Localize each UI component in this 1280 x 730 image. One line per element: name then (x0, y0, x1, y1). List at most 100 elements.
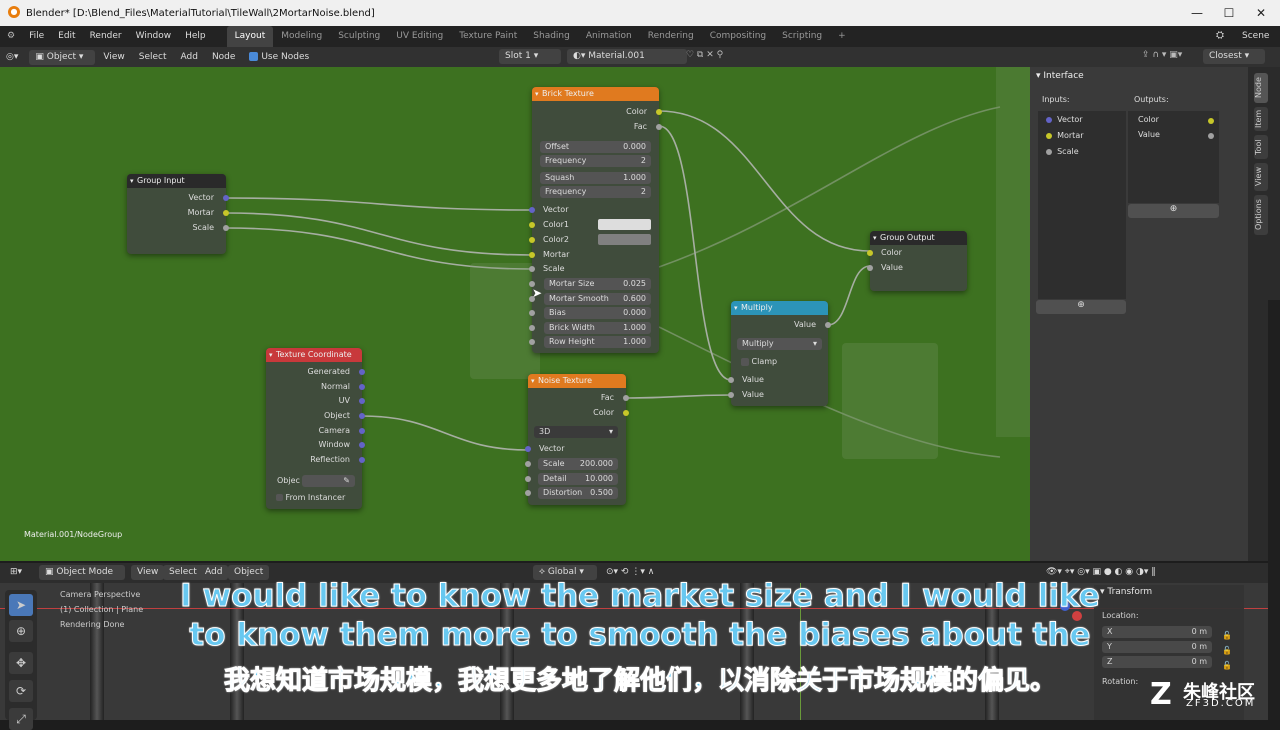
eyedropper-icon[interactable]: ✎ (343, 475, 350, 487)
scale-tool-icon[interactable]: ⤢ (9, 708, 33, 730)
snap-dropdown[interactable]: Closest ▾ (1203, 49, 1265, 64)
use-nodes-checkbox[interactable]: Use Nodes (243, 52, 315, 62)
group-output-header[interactable]: Group Output (870, 231, 967, 245)
shader-type-dropdown[interactable]: ▣ Object ▾ (29, 49, 96, 65)
vector-in-socket[interactable] (529, 207, 535, 213)
menu-edit[interactable]: Edit (51, 26, 82, 47)
multiply-header[interactable]: Multiply (731, 301, 828, 315)
offset-field[interactable]: Offset 0.000 (540, 141, 651, 153)
window-socket[interactable] (359, 442, 365, 448)
inputs-list[interactable]: Vector Mortar Scale (1038, 111, 1126, 299)
group-input-header[interactable]: Group Input (127, 174, 226, 188)
tab-uv-editing[interactable]: UV Editing (388, 26, 451, 47)
fac-out-socket[interactable] (656, 124, 662, 130)
color1-in-socket[interactable] (529, 222, 535, 228)
color-out-socket[interactable] (623, 410, 629, 416)
tab-shading[interactable]: Shading (525, 26, 578, 47)
detail-in-socket[interactable] (525, 476, 531, 482)
tab-view[interactable]: View (1254, 163, 1268, 191)
fac-out-socket[interactable] (623, 395, 629, 401)
color2-swatch[interactable] (598, 234, 651, 245)
close-icon[interactable]: ✕ (1252, 4, 1270, 22)
distortion-field[interactable]: Distortion 0.500 (538, 487, 618, 499)
noise-texture-node[interactable]: Noise Texture Fac Color 3D▾ Vector Scale… (525, 374, 629, 505)
maximize-icon[interactable]: ☐ (1220, 4, 1238, 22)
menu-render[interactable]: Render (83, 26, 129, 47)
mortar-size-field[interactable]: Mortar Size 0.025 (544, 278, 651, 290)
color-out-socket[interactable] (656, 109, 662, 115)
generated-socket[interactable] (359, 369, 365, 375)
editor-type-icon[interactable]: ⊞▾ (4, 567, 28, 577)
uv-socket[interactable] (359, 398, 365, 404)
mortar-in-socket[interactable] (529, 252, 535, 258)
color-in-socket[interactable] (867, 250, 873, 256)
distortion-in-socket[interactable] (525, 490, 531, 496)
tab-animation[interactable]: Animation (578, 26, 640, 47)
pivot-icon[interactable]: ⊙▾ ⟲ ⋮▾ ∧ (600, 567, 660, 577)
menu-select[interactable]: Select (133, 52, 173, 62)
tab-rendering[interactable]: Rendering (640, 26, 702, 47)
slot-dropdown[interactable]: Slot 1 ▾ (499, 49, 561, 64)
brick-width-socket[interactable] (529, 325, 535, 331)
row-height-socket[interactable] (529, 339, 535, 345)
editor-type-icon[interactable]: ◎▾ (0, 52, 24, 62)
reflection-socket[interactable] (359, 457, 365, 463)
node-editor-canvas[interactable]: Group Input Vector Mortar Scale Brick Te… (0, 67, 1030, 561)
tab-modeling[interactable]: Modeling (273, 26, 330, 47)
clamp-checkbox[interactable]: Clamp (741, 356, 777, 368)
noise-texture-header[interactable]: Noise Texture (528, 374, 626, 388)
tab-tool[interactable]: Tool (1254, 135, 1268, 159)
minimize-icon[interactable]: — (1188, 4, 1206, 22)
shading-mode-icons[interactable]: 👁▾ ⌖▾ ◎▾ ▣ ● ◐ ◉ ◑▾ ‖ (1040, 567, 1162, 577)
group-output-node[interactable]: Group Output Color Value (867, 231, 967, 291)
tab-node[interactable]: Node (1254, 73, 1268, 103)
value-out-socket[interactable] (825, 322, 831, 328)
brick-width-field[interactable]: Brick Width 1.000 (544, 322, 651, 334)
value1-in-socket[interactable] (728, 377, 734, 383)
menu-view[interactable]: View (97, 52, 130, 62)
list-item[interactable]: Mortar (1046, 131, 1084, 140)
camera-socket[interactable] (359, 428, 365, 434)
add-output-button[interactable]: ⊕ (1128, 204, 1219, 218)
group-input-node[interactable]: Group Input Vector Mortar Scale (127, 174, 229, 254)
value2-in-socket[interactable] (728, 392, 734, 398)
editor-type-icon[interactable]: ⚙ (0, 26, 22, 47)
tab-texture-paint[interactable]: Texture Paint (451, 26, 525, 47)
scene-name[interactable]: Scene (1242, 31, 1269, 41)
tab-item[interactable]: Item (1254, 107, 1268, 131)
texture-coordinate-header[interactable]: Texture Coordinate (266, 348, 362, 362)
menu-node[interactable]: Node (206, 52, 242, 62)
scale-socket[interactable] (223, 225, 229, 231)
tab-compositing[interactable]: Compositing (702, 26, 774, 47)
scene-icon[interactable]: ⛭ (1216, 30, 1224, 41)
menu-file[interactable]: File (22, 26, 51, 47)
object-socket[interactable] (359, 413, 365, 419)
list-item[interactable]: Value (1138, 130, 1160, 139)
mortar-socket[interactable] (223, 210, 229, 216)
material-actions-icon[interactable]: ♡ ⧉ ✕ ⚲ (686, 50, 723, 60)
normal-socket[interactable] (359, 384, 365, 390)
add-workspace-icon[interactable]: + (830, 26, 854, 47)
texture-coordinate-node[interactable]: Texture Coordinate Generated Normal UV O… (266, 348, 365, 509)
operation-dropdown[interactable]: Multiply ▾ (737, 338, 822, 350)
list-item[interactable]: Vector (1046, 115, 1083, 124)
tab-layout[interactable]: Layout (226, 26, 274, 47)
add-input-button[interactable]: ⊕ (1036, 300, 1126, 314)
frequency-2-field[interactable]: Frequency 2 (540, 186, 651, 198)
bias-socket[interactable] (529, 310, 535, 316)
brick-texture-header[interactable]: Brick Texture (532, 87, 659, 101)
row-height-field[interactable]: Row Height 1.000 (544, 336, 651, 348)
value-in-socket[interactable] (867, 265, 873, 271)
vector-in-socket[interactable] (525, 446, 531, 452)
multiply-node[interactable]: Multiply Value Multiply▾ Clamp Value Val… (728, 301, 831, 406)
menu-help[interactable]: Help (178, 26, 213, 47)
tab-sculpting[interactable]: Sculpting (330, 26, 388, 47)
list-item[interactable]: Color (1138, 115, 1159, 124)
menu-add[interactable]: Add (175, 52, 204, 62)
scale-in-socket[interactable] (529, 266, 535, 272)
object-picker[interactable]: ✎ (302, 475, 355, 487)
bias-field[interactable]: Bias 0.000 (544, 307, 651, 319)
tab-options[interactable]: Options (1254, 195, 1268, 235)
scale-in-socket[interactable] (525, 461, 531, 467)
from-instancer-checkbox[interactable]: From Instancer (276, 492, 345, 504)
